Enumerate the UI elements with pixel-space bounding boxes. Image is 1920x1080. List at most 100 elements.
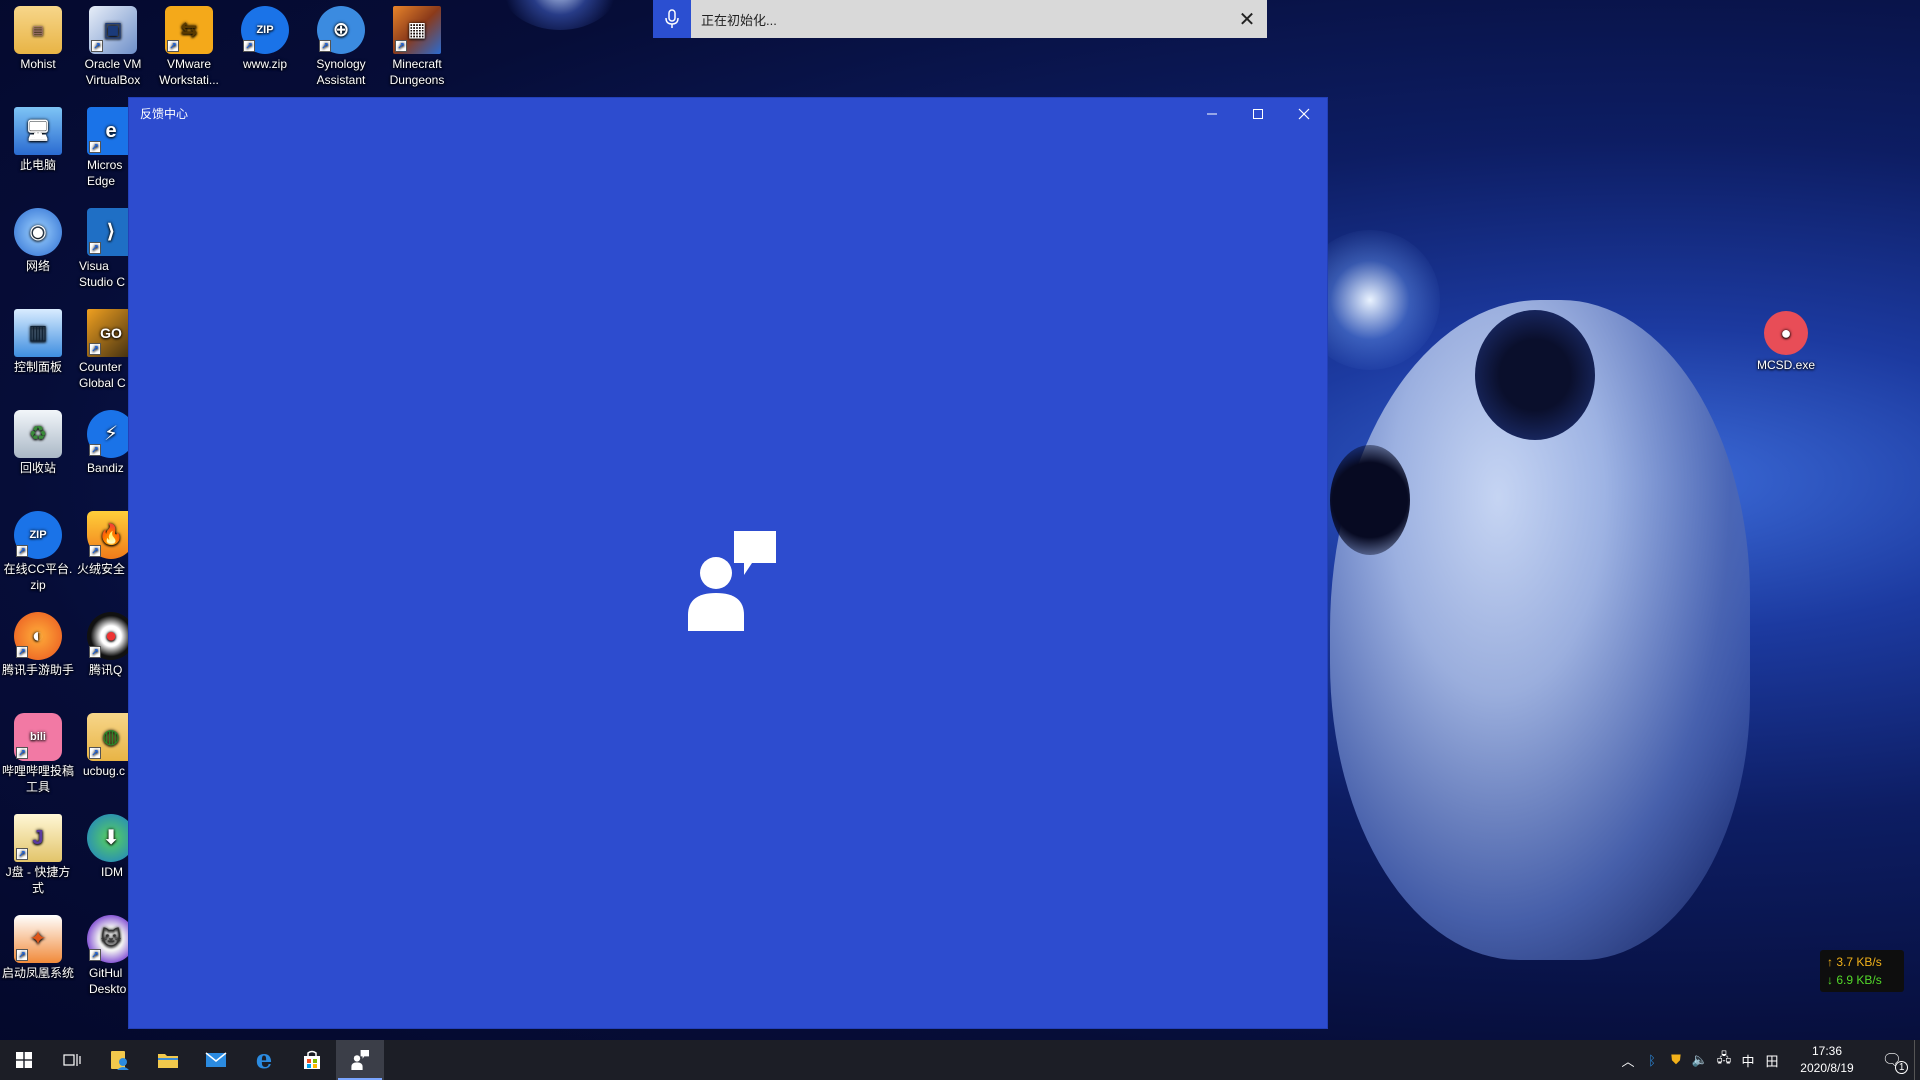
taskbar-file-explorer[interactable] (144, 1040, 192, 1080)
mcsd-icon: ● (1764, 311, 1808, 355)
desktop-icon-online-cc-zip[interactable]: ZIP ↗ 在线CC平台. zip (0, 505, 76, 593)
desktop-icon-label: Oracle VM VirtualBox (84, 57, 142, 87)
desktop-icon-label: MCSD.exe (1756, 358, 1815, 372)
bandizip-icon: ⚡ ↗ (87, 410, 128, 458)
start-button[interactable] (0, 1040, 48, 1080)
synology-icon: ⊕ ↗ (317, 6, 365, 54)
desktop-icon-label: Visua Studio C (79, 259, 126, 289)
wallpaper-glow (500, 0, 620, 30)
security-shield-icon[interactable]: ⛊ (1664, 1052, 1688, 1068)
phoenix-os-icon: ✦ ↗ (14, 915, 62, 963)
huorong-icon: 🔥 ↗ (87, 511, 128, 559)
desktop-icon-mohist[interactable]: ▤ Mohist (0, 0, 76, 72)
desktop-icon-qq[interactable]: ● ↗ 腾讯Q (75, 606, 128, 678)
feedback-hub-icon (351, 1050, 369, 1070)
volume-icon[interactable]: 🔈 (1688, 1052, 1712, 1068)
github-icon: 🐱 ↗ (87, 915, 128, 963)
desktop-icon-mcsd[interactable]: ● MCSD.exe (1748, 305, 1824, 373)
desktop-icon-label: GitHul Deskto (89, 966, 127, 996)
desktop-icon-this-pc[interactable]: 🖥 此电脑 (0, 101, 76, 173)
download-speed: ↓ 6.9 KB/s (1827, 973, 1882, 987)
desktop-icon-label: Bandiz (87, 461, 124, 475)
notification-count: 1 (1895, 1061, 1909, 1074)
desktop-icon-tencent-mobile-games[interactable]: ◐ ↗ 腾讯手游助手 (0, 606, 76, 678)
desktop-icon-label: VMware Workstati... (159, 57, 219, 87)
window-title: 反馈中心 (140, 107, 189, 121)
clock-date: 2020/8/19 (1800, 1061, 1854, 1075)
desktop-icon-label: Micros Edge (87, 158, 123, 188)
taskbar-people-app[interactable] (96, 1040, 144, 1080)
computer-icon: 🖥 (14, 107, 62, 155)
desktop-icon-ucbug[interactable]: ◍ ↗ ucbug.c (75, 707, 128, 779)
desktop-icon-label: 启动凤凰系统 (1, 966, 74, 980)
network-speed-widget[interactable]: ↑ 3.7 KB/s ↓ 6.9 KB/s (1820, 950, 1904, 992)
desktop-icon-www-zip[interactable]: ZIP ↗ www.zip (227, 0, 303, 72)
desktop-icon-control-panel[interactable]: ▥ 控制面板 (0, 303, 76, 375)
show-desktop-button[interactable] (1914, 1040, 1920, 1080)
upload-speed: ↑ 3.7 KB/s (1827, 955, 1882, 969)
desktop-icon-network[interactable]: ◉ 网络 (0, 202, 76, 274)
desktop-icon-label: J盘 - 快捷方 式 (5, 865, 71, 895)
desktop-icon-vmware[interactable]: ⇆ ↗ VMware Workstati... (151, 0, 227, 88)
mail-icon (205, 1052, 227, 1067)
folder-icon: ◍ ↗ (87, 713, 128, 761)
feedback-hub-splash-icon (688, 531, 776, 631)
desktop-icon-label: ucbug.c (83, 764, 126, 778)
desktop-icon-label: 此电脑 (19, 158, 56, 172)
wallpaper-panda-ear (1475, 310, 1595, 440)
desktop-icon-minecraft-dungeons[interactable]: ▦ ↗ Minecraft Dungeons (379, 0, 455, 88)
edge-icon: e (255, 1045, 273, 1075)
taskbar-feedback-hub[interactable] (336, 1040, 384, 1080)
close-icon (1298, 108, 1310, 119)
desktop-icon-label: Mohist (20, 57, 56, 71)
desktop-icon-synology[interactable]: ⊕ ↗ Synology Assistant (303, 0, 379, 88)
desktop-icon-huorong[interactable]: 🔥 ↗ 火绒安全 (75, 505, 128, 577)
folder-icon: ▤ (14, 6, 62, 54)
show-hidden-icons-chevron-icon[interactable]: ︿ (1616, 1051, 1640, 1070)
maximize-icon (1253, 108, 1263, 119)
tencent-games-icon: ◐ ↗ (14, 612, 62, 660)
desktop-icon-idm[interactable]: ⬇ IDM (75, 808, 128, 880)
taskbar-edge[interactable]: e (240, 1040, 288, 1080)
minimize-button[interactable] (1189, 98, 1235, 129)
desktop-icon-j-drive-shortcut[interactable]: J ↗ J盘 - 快捷方 式 (0, 808, 76, 896)
desktop-icon-vscode[interactable]: ⟩ ↗ Visua Studio C (75, 202, 128, 290)
bluetooth-icon[interactable]: ᛒ (1640, 1053, 1664, 1068)
ime-indicator[interactable]: 中 (1736, 1051, 1760, 1070)
ime-mode-icon[interactable]: 田 (1760, 1051, 1784, 1070)
close-icon[interactable]: ✕ (1227, 0, 1267, 38)
desktop-icon-github-desktop[interactable]: 🐱 ↗ GitHul Deskto (75, 909, 128, 997)
desktop-icon-edge[interactable]: e ↗ Micros Edge (75, 101, 128, 189)
idm-icon: ⬇ (87, 814, 128, 862)
vscode-icon: ⟩ ↗ (87, 208, 128, 256)
desktop-icon-csgo[interactable]: GO ↗ Counter Global C (75, 303, 128, 391)
dictation-status-text: 正在初始化... (701, 12, 777, 28)
desktop-icon-bandizip[interactable]: ⚡ ↗ Bandiz (75, 404, 128, 476)
taskbar-mail[interactable] (192, 1040, 240, 1080)
clock[interactable]: 17:36 2020/8/19 (1784, 1043, 1870, 1077)
minecraft-icon: ▦ ↗ (393, 6, 441, 54)
microphone-icon[interactable] (653, 0, 691, 38)
vmware-icon: ⇆ ↗ (165, 6, 213, 54)
store-icon (304, 1050, 320, 1069)
taskbar: e ︿ ᛒ ⛊ 🔈 🖧 中 田 17:36 2020/8/19 🗨 1 (0, 1040, 1920, 1080)
minimize-icon (1207, 113, 1217, 114)
desktop-icon-label: IDM (101, 865, 123, 879)
close-button[interactable] (1281, 98, 1327, 129)
desktop-icon-phoenix-os[interactable]: ✦ ↗ 启动凤凰系统 (0, 909, 76, 981)
desktop-icon-label: www.zip (242, 57, 287, 71)
desktop-icon-virtualbox[interactable]: ▣ ↗ Oracle VM VirtualBox (75, 0, 151, 88)
action-center-button[interactable]: 🗨 1 (1870, 1040, 1914, 1080)
system-tray: ︿ ᛒ ⛊ 🔈 🖧 中 田 17:36 2020/8/19 🗨 1 (1616, 1040, 1920, 1080)
virtualbox-icon: ▣ ↗ (89, 6, 137, 54)
task-view-button[interactable] (48, 1040, 96, 1080)
maximize-button[interactable] (1235, 98, 1281, 129)
desktop-icon-recycle-bin[interactable]: ♻ 回收站 (0, 404, 76, 476)
wallpaper-panda-eye (1330, 445, 1410, 555)
desktop-icon-label: 腾讯手游助手 (1, 663, 74, 677)
taskbar-store[interactable] (288, 1040, 336, 1080)
window-titlebar[interactable]: 反馈中心 (129, 98, 1327, 129)
network-status-icon[interactable]: 🖧 (1712, 1049, 1736, 1071)
desktop-icon-bilibili-uploader[interactable]: bili ↗ 哔哩哔哩投稿 工具 (0, 707, 76, 795)
qq-icon: ● ↗ (87, 612, 128, 660)
